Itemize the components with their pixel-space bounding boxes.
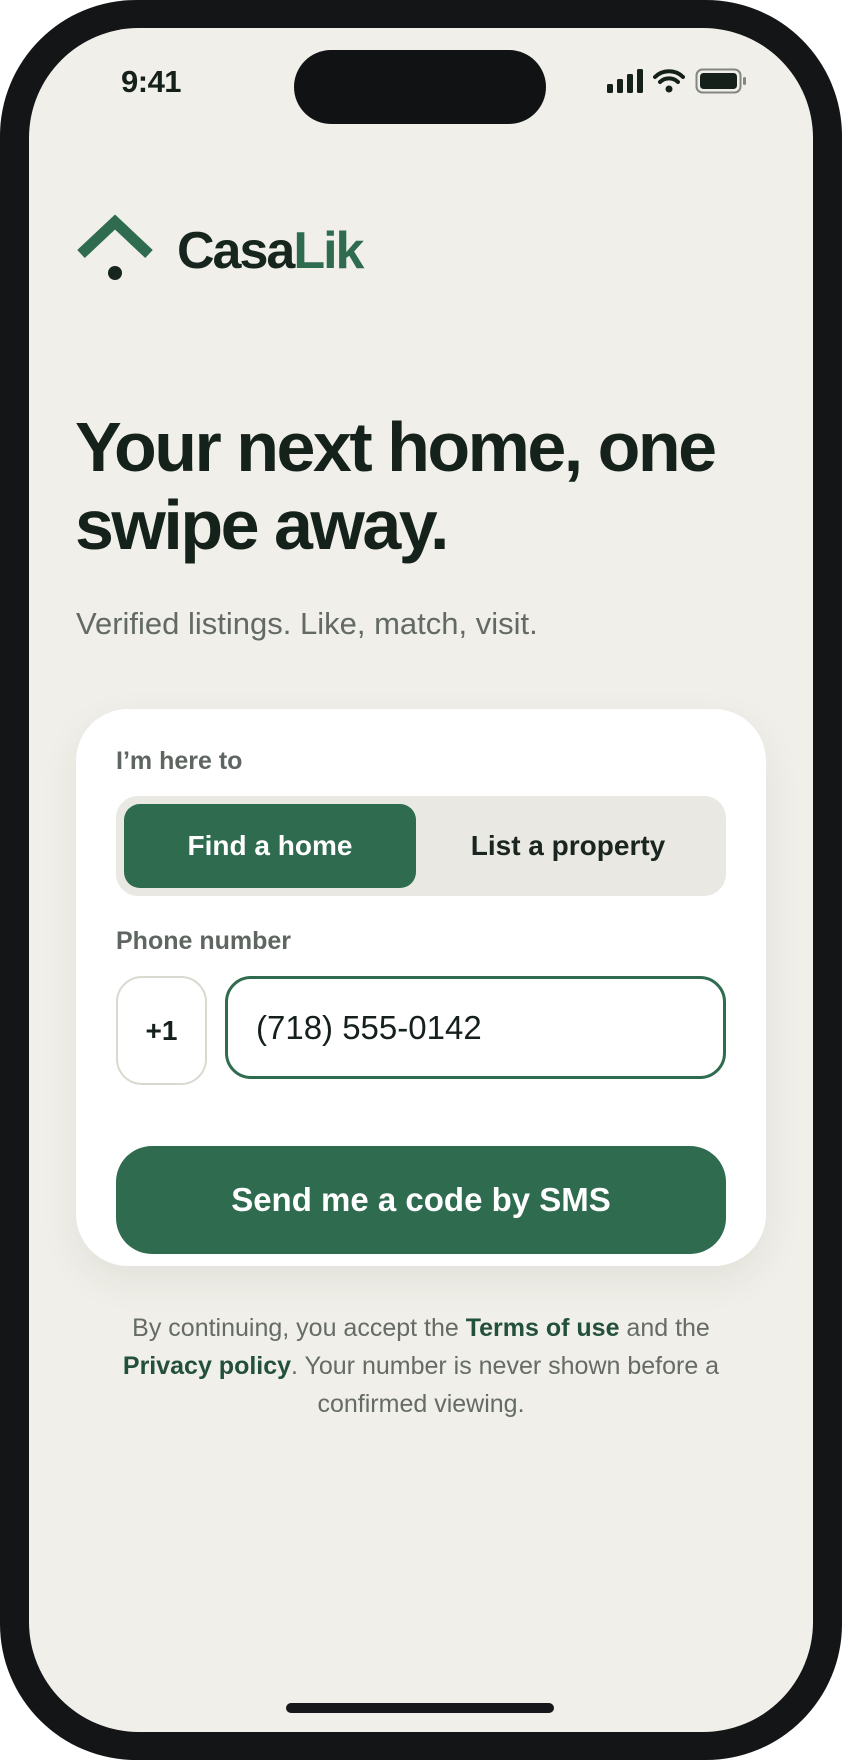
wifi-icon [653, 69, 685, 98]
send-sms-code-button[interactable]: Send me a code by SMS [116, 1146, 726, 1254]
country-code-selector[interactable]: +1 [116, 976, 207, 1085]
dynamic-island [294, 50, 546, 124]
status-icons [607, 68, 747, 99]
headline: Your next home, one swipe away. [75, 408, 717, 564]
find-home-option[interactable]: Find a home [124, 804, 416, 888]
legal-prefix: By continuing, you accept the [132, 1314, 466, 1342]
brand-name-part2: Lik [293, 221, 364, 280]
phone-label: Phone number [116, 927, 292, 955]
legal-suffix: . Your number is never shown before a co… [291, 1352, 720, 1418]
house-roof-pin-icon [75, 214, 155, 287]
intent-segmented-control: Find a home List a property [116, 796, 726, 896]
legal-middle: and the [619, 1314, 710, 1342]
legal-notice: By continuing, you accept the Terms of u… [99, 1309, 743, 1423]
cellular-signal-icon [607, 69, 643, 98]
intent-label: I’m here to [116, 747, 243, 775]
subheadline: Verified listings. Like, match, visit. [76, 606, 538, 641]
brand-name: CasaLik [177, 221, 364, 281]
brand-logo: CasaLik [75, 214, 364, 287]
battery-icon [695, 68, 747, 99]
terms-of-use-link[interactable]: Terms of use [466, 1314, 620, 1342]
phone-number-input[interactable] [225, 976, 726, 1079]
brand-name-part1: Casa [177, 221, 295, 280]
home-indicator [286, 1703, 554, 1713]
status-time: 9:41 [121, 64, 182, 99]
privacy-policy-link[interactable]: Privacy policy [123, 1352, 291, 1380]
list-property-option[interactable]: List a property [418, 804, 718, 888]
app-screen: 9:41 CasaLik Your next home, one swipe a… [29, 28, 813, 1732]
signup-card: I’m here to Find a home List a property … [76, 709, 766, 1266]
phone-frame: 9:41 CasaLik Your next home, one swipe a… [0, 0, 842, 1760]
